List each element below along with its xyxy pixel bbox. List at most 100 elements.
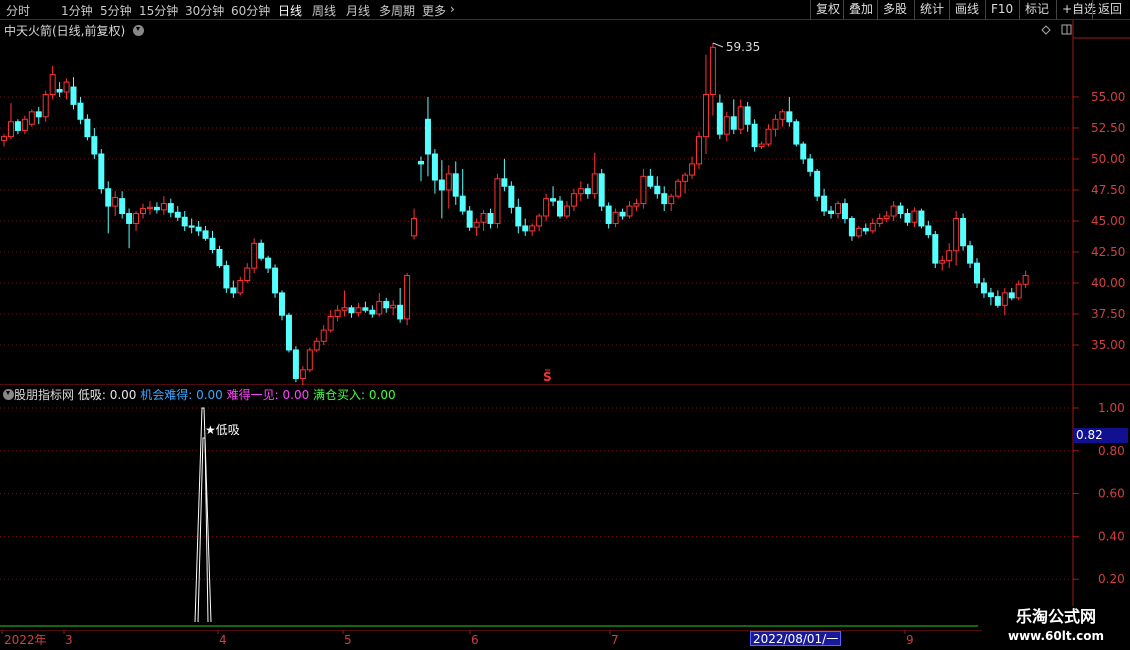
indicator-tick-label: 1.00	[1098, 401, 1125, 415]
indicator-tick-label: 0.60	[1098, 487, 1125, 501]
candle-body-up	[411, 217, 418, 237]
candle-body-up	[327, 315, 334, 331]
site-watermark: 乐淘公式网 www.60lt.com	[982, 606, 1130, 650]
candle-body-down	[216, 248, 223, 267]
candle-body-down	[814, 170, 821, 197]
candle-body-down	[119, 198, 126, 215]
candle-body-down	[383, 301, 390, 309]
diamond-icon	[1041, 25, 1051, 35]
candle-body-up	[876, 217, 883, 224]
candle-body-up	[543, 198, 550, 217]
candle-body-down	[800, 143, 807, 160]
price-tick-label: 47.50	[1091, 183, 1125, 197]
candle-body-down	[980, 282, 987, 294]
candle-body-up	[480, 213, 487, 223]
candle-body-down	[105, 188, 112, 207]
time-label: 6	[471, 633, 479, 647]
candle-body-up	[473, 221, 480, 228]
candlestick-chart[interactable]: 55.00 52.50 50.00 47.50 45.00 42.50 40.00 37.50…	[0, 0, 1130, 385]
candle-body-up	[702, 93, 709, 138]
candle-body-down	[418, 160, 424, 165]
candle-body-down	[258, 242, 265, 259]
candle-body-up	[696, 136, 702, 165]
candle-body-down	[230, 287, 237, 294]
high-price-label: 59.35	[726, 40, 760, 54]
candle-body-down	[598, 173, 605, 207]
candle-body-down	[397, 304, 404, 320]
candle-body-up	[334, 309, 341, 317]
candle-body-up	[7, 121, 14, 138]
candle-body-down	[647, 175, 654, 187]
candle-body-up	[494, 178, 501, 224]
candle-body-up	[133, 213, 140, 224]
candle-body-up	[869, 222, 876, 232]
candle-body-down	[605, 205, 612, 224]
candle-body-down	[654, 185, 661, 195]
candle-body-down	[195, 226, 202, 232]
candle-body-up	[42, 93, 49, 118]
candle-body-down	[730, 116, 737, 130]
candle-body-down	[960, 217, 967, 247]
candle-body-down	[14, 121, 21, 131]
indicator-chart[interactable]: 1.00 0.80 0.60 0.40 0.20 ★低吸	[0, 385, 1130, 630]
candle-body-up	[689, 163, 696, 176]
candle-body-down	[751, 123, 758, 148]
candle-body-up	[626, 205, 633, 217]
candle-body-down	[279, 292, 285, 316]
candle-body-down	[285, 314, 292, 351]
price-tick-label: 35.00	[1091, 338, 1125, 352]
candle-body-up	[536, 215, 543, 227]
candle-body-up	[320, 329, 327, 342]
candle-body-down	[786, 111, 793, 123]
candle-body-down	[272, 267, 279, 294]
candle-body-down	[967, 245, 974, 264]
price-tick-label: 45.00	[1091, 214, 1125, 228]
candle-body-down	[77, 102, 84, 120]
price-tick-label: 37.50	[1091, 307, 1125, 321]
candle-body-down	[828, 210, 835, 215]
candle-body-up	[28, 111, 35, 125]
price-tick-label: 42.50	[1091, 245, 1125, 259]
time-label: 2022年	[4, 633, 47, 647]
time-label: 3	[65, 633, 73, 647]
candle-body-up	[341, 307, 348, 311]
candle-body-up	[390, 304, 397, 309]
candle-body-down	[174, 211, 181, 218]
candle-body-up	[709, 46, 716, 95]
candle-body-up	[529, 225, 536, 232]
candle-body-down	[501, 178, 508, 187]
candle-body-down	[848, 217, 855, 237]
candle-body-down	[188, 225, 195, 228]
indicator-tick-label: 0.40	[1098, 529, 1125, 543]
candle-body-up	[355, 307, 362, 314]
candle-body-up	[313, 340, 320, 351]
candle-body-up	[1001, 292, 1008, 306]
candle-body-down	[918, 210, 925, 227]
candle-body-down	[925, 225, 932, 236]
high-marker-line	[712, 42, 724, 48]
candle-body-down	[167, 203, 174, 213]
indicator-tick-label: 0.20	[1098, 572, 1125, 586]
candle-body-up	[49, 74, 56, 95]
candle-body-down	[223, 265, 230, 289]
price-tick-label: 55.00	[1091, 90, 1125, 104]
candle-body-down	[202, 230, 209, 239]
candle-body-up	[668, 195, 675, 205]
candle-body-up	[675, 180, 682, 197]
candle-body-up	[237, 280, 244, 294]
candle-body-down	[807, 158, 814, 172]
candle-body-down	[424, 118, 431, 155]
candle-body-up	[299, 369, 306, 379]
current-value-label: 0.82	[1073, 428, 1128, 443]
candle-body-up	[765, 128, 772, 145]
candle-body-up	[939, 260, 946, 264]
candle-body-up	[160, 203, 167, 211]
candle-body-up	[772, 118, 779, 130]
candle-body-down	[466, 210, 473, 228]
candle-body-up	[953, 217, 960, 252]
candle-body-up	[723, 116, 730, 135]
candle-body-up	[21, 118, 28, 131]
candle-body-down	[897, 205, 904, 215]
candle-body-up	[612, 211, 619, 224]
candle-body-up	[404, 275, 411, 320]
